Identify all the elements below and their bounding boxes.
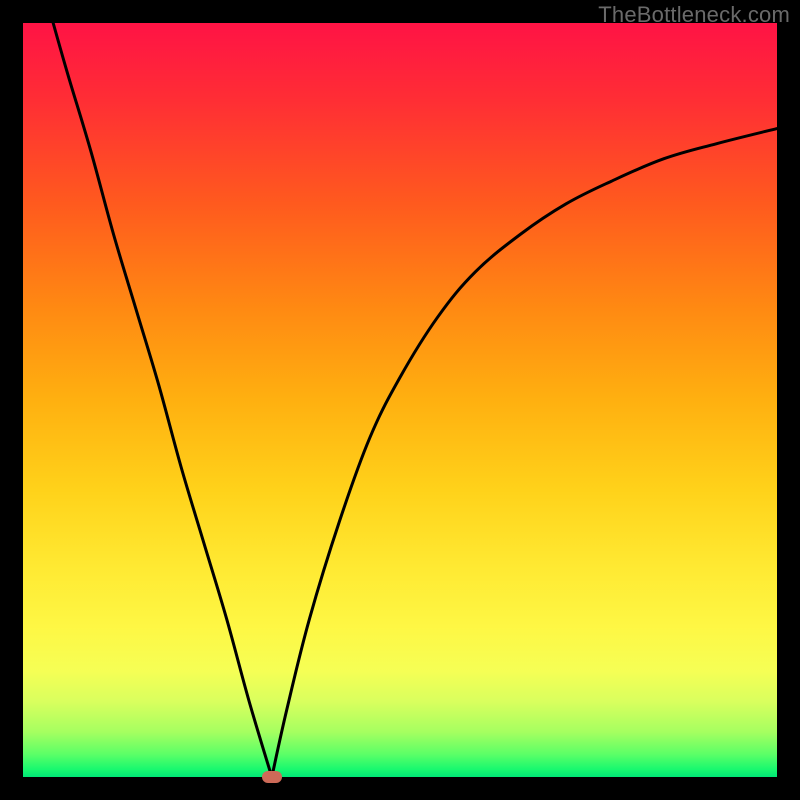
curve-left-branch (53, 23, 272, 777)
watermark-text: TheBottleneck.com (598, 2, 790, 28)
curve-right-branch (272, 129, 777, 777)
minimum-marker (262, 771, 282, 783)
plot-area (23, 23, 777, 777)
curve-svg (23, 23, 777, 777)
chart-frame: TheBottleneck.com (0, 0, 800, 800)
